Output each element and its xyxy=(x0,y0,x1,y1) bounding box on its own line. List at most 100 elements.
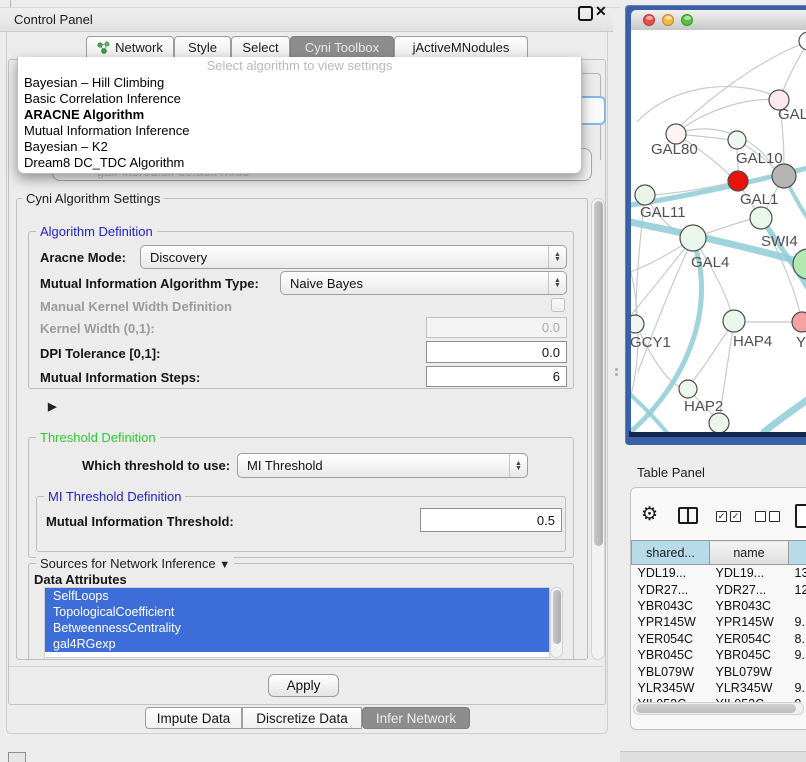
algorithm-dropdown-prompt: Select algorithm to view settings xyxy=(18,57,581,75)
table-cell[interactable]: YBR043C xyxy=(710,598,789,614)
sources-group-header[interactable]: Sources for Network Inference ▼ xyxy=(36,556,234,571)
bottom-left-partial-button[interactable] xyxy=(8,752,26,762)
network-node-gal11[interactable] xyxy=(635,185,655,205)
attributes-scrollbar-track[interactable] xyxy=(550,587,563,658)
column-header-shared-name[interactable]: shared... xyxy=(632,541,710,565)
network-node-gcy1[interactable] xyxy=(631,315,644,333)
checked-checkbox-icon[interactable]: ✓ xyxy=(716,511,727,522)
unchecked-checkbox-icon[interactable] xyxy=(769,511,780,522)
algorithm-option[interactable]: Bayesian – Hill Climbing xyxy=(18,75,581,91)
table-cell[interactable]: YPR145W xyxy=(710,614,789,630)
network-edge[interactable] xyxy=(637,87,779,122)
unchecked-checkbox-icon[interactable] xyxy=(755,511,766,522)
table-cell[interactable]: YPR145W xyxy=(632,614,710,630)
table-row[interactable]: YPR145WYPR145W9. xyxy=(632,614,806,630)
mi-threshold-input[interactable]: 0.5 xyxy=(420,508,562,532)
export-table-icon[interactable] xyxy=(795,504,806,528)
table-cell[interactable]: 9. xyxy=(789,647,806,663)
table-cell[interactable]: YLR345W xyxy=(632,680,710,696)
checked-checkbox-icon[interactable]: ✓ xyxy=(730,511,741,522)
kernel-width-input[interactable]: 0.0 xyxy=(426,317,567,338)
algorithm-option[interactable]: Basic Correlation Inference xyxy=(18,91,581,107)
network-edge-highlighted[interactable] xyxy=(764,398,806,432)
minimize-window-icon[interactable] xyxy=(662,14,674,26)
table-row[interactable]: YBR043CYBR043C xyxy=(632,598,806,614)
float-window-icon[interactable] xyxy=(578,6,593,21)
columns-icon[interactable] xyxy=(678,507,698,524)
table-cell[interactable]: YER054C xyxy=(632,631,710,647)
table-row[interactable]: YER054CYER054C8. xyxy=(632,631,806,647)
panel-splitter-handle[interactable] xyxy=(613,366,620,382)
manual-kernel-width-checkbox[interactable] xyxy=(551,298,565,312)
tab-infer-network[interactable]: Infer Network xyxy=(362,707,470,729)
attribute-list-item[interactable]: gal4RGexp xyxy=(45,636,549,652)
column-header-name[interactable]: name xyxy=(710,541,789,565)
algorithm-option[interactable]: Dream8 DC_TDC Algorithm xyxy=(18,155,581,171)
column-header-partial[interactable]: A xyxy=(789,541,806,565)
table-cell[interactable]: YDL19... xyxy=(632,565,710,582)
table-hscrollbar-thumb[interactable] xyxy=(636,704,796,713)
table-cell[interactable]: 8. xyxy=(789,631,806,647)
network-node-salmon[interactable] xyxy=(792,312,806,332)
table-row[interactable]: YBR045CYBR045C9. xyxy=(632,647,806,663)
algorithm-option[interactable]: Mutual Information Inference xyxy=(18,123,581,139)
mi-steps-input[interactable]: 6 xyxy=(426,366,567,387)
table-cell[interactable]: YDR27... xyxy=(632,581,710,597)
network-node-gal10[interactable] xyxy=(728,131,746,149)
network-node-big-green[interactable] xyxy=(793,249,806,279)
network-node-gray-hub[interactable] xyxy=(772,164,796,188)
dpi-tolerance-input[interactable]: 0.0 xyxy=(426,341,567,363)
network-node-hap2[interactable] xyxy=(679,380,697,398)
settings-scrollbar-thumb[interactable] xyxy=(594,201,603,546)
network-edge[interactable] xyxy=(638,238,693,372)
table-row[interactable]: YLR345WYLR345W9. xyxy=(632,680,806,696)
table-row[interactable]: YDL19...YDL19...13 xyxy=(632,565,806,582)
network-window-titlebar[interactable] xyxy=(631,10,806,31)
zoom-window-icon[interactable] xyxy=(681,14,693,26)
close-panel-icon[interactable]: ✕ xyxy=(595,3,607,19)
network-node-gal4[interactable] xyxy=(680,225,706,251)
table-cell[interactable]: 12 xyxy=(789,581,806,597)
hub-transcription-factor-expander[interactable]: ▶ xyxy=(40,398,56,413)
algorithm-option[interactable]: ARACNE Algorithm xyxy=(18,107,581,123)
aracne-mode-combo[interactable]: Discovery ▲▼ xyxy=(140,245,567,269)
table-cell[interactable] xyxy=(789,598,806,614)
apply-button[interactable]: Apply xyxy=(268,674,339,697)
table-row[interactable]: YBL079WYBL079W xyxy=(632,663,806,679)
table-cell[interactable]: YBR045C xyxy=(632,647,710,663)
attributes-scrollbar-thumb[interactable] xyxy=(553,590,561,644)
network-node-hap4[interactable] xyxy=(723,310,745,332)
table-cell[interactable] xyxy=(789,663,806,679)
which-threshold-combo[interactable]: MI Threshold ▲▼ xyxy=(237,453,528,478)
table-cell[interactable]: YBL079W xyxy=(632,663,710,679)
table-cell[interactable]: YDR27... xyxy=(710,581,789,597)
algorithm-option[interactable]: Bayesian – K2 xyxy=(18,139,581,155)
gear-icon[interactable]: ⚙ xyxy=(641,504,658,526)
table-hscrollbar-track[interactable] xyxy=(633,702,804,715)
data-attributes-list[interactable]: SelfLoopsTopologicalCoefficientBetweenne… xyxy=(44,587,550,658)
table-cell[interactable]: YBL079W xyxy=(710,663,789,679)
attribute-list-item[interactable]: BetweennessCentrality xyxy=(45,620,549,636)
network-node-gal1[interactable] xyxy=(728,171,748,191)
table-cell[interactable]: YER054C xyxy=(710,631,789,647)
settings-scrollbar-track[interactable] xyxy=(591,198,605,660)
network-edge[interactable] xyxy=(676,99,779,134)
tab-discretize-data[interactable]: Discretize Data xyxy=(242,707,362,729)
close-window-icon[interactable] xyxy=(643,14,655,26)
table-cell[interactable]: YLR345W xyxy=(710,680,789,696)
table-cell[interactable]: 9. xyxy=(789,614,806,630)
attribute-list-item[interactable]: SelfLoops xyxy=(45,588,549,604)
attribute-list-item[interactable]: TopologicalCoefficient xyxy=(45,604,549,620)
table-cell[interactable]: YDL19... xyxy=(710,565,789,582)
mi-algorithm-type-combo[interactable]: Naive Bayes ▲▼ xyxy=(280,271,567,295)
network-node-bottom-node[interactable] xyxy=(709,413,729,432)
table-cell[interactable]: YBR045C xyxy=(710,647,789,663)
table-cell[interactable]: YBR043C xyxy=(632,598,710,614)
table-row[interactable]: YDR27...YDR27...12 xyxy=(632,581,806,597)
network-canvas[interactable]: GALGAL80GAL10GAL1SWI4GAL11GAL4GCY1HAP4YH… xyxy=(631,30,806,432)
network-node-edge-top[interactable] xyxy=(799,32,806,50)
table-cell[interactable]: 9. xyxy=(789,680,806,696)
tab-impute-data[interactable]: Impute Data xyxy=(145,707,242,729)
table-cell[interactable]: 13 xyxy=(789,565,806,582)
network-node-swi4[interactable] xyxy=(750,207,772,229)
